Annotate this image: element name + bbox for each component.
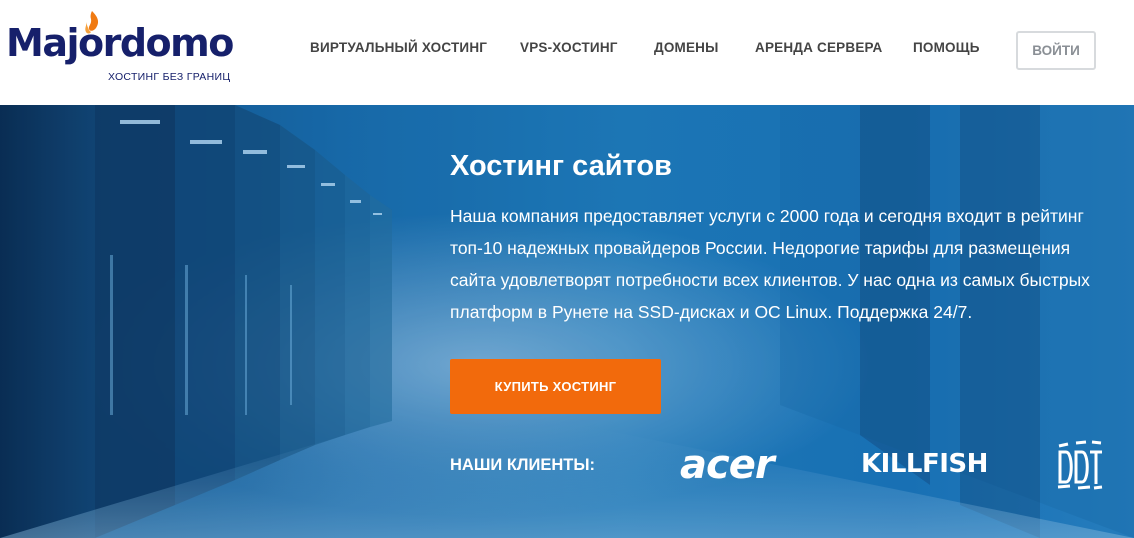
nav-vps-hosting[interactable]: VPS-ХОСТИНГ — [520, 40, 618, 55]
buy-hosting-button[interactable]: КУПИТЬ ХОСТИНГ — [450, 359, 661, 414]
nav-server-rental[interactable]: АРЕНДА СЕРВЕРА — [755, 40, 883, 55]
client-logo-ddt — [1057, 440, 1103, 490]
client-logo-acer: acer — [680, 442, 775, 488]
clients-label: НАШИ КЛИЕНТЫ: — [450, 456, 596, 474]
logo-wordmark: Majordomo — [6, 21, 234, 65]
hero-section: Хостинг сайтов Наша компания предоставля… — [0, 105, 1134, 538]
login-button[interactable]: ВОЙТИ — [1016, 31, 1096, 70]
nav-help[interactable]: ПОМОЩЬ — [913, 40, 980, 55]
hero-title: Хостинг сайтов — [450, 150, 672, 182]
client-logo-killfish: KILLFISH — [861, 449, 988, 479]
nav-domains[interactable]: ДОМЕНЫ — [654, 40, 719, 55]
hero-description: Наша компания предоставляет услуги с 200… — [450, 206, 1090, 322]
site-header: Majordomo ХОСТИНГ БЕЗ ГРАНИЦ ВИРТУАЛЬНЫЙ… — [0, 0, 1134, 105]
logo-tagline: ХОСТИНГ БЕЗ ГРАНИЦ — [108, 71, 231, 83]
logo[interactable]: Majordomo ХОСТИНГ БЕЗ ГРАНИЦ — [6, 10, 236, 90]
nav-virtual-hosting[interactable]: ВИРТУАЛЬНЫЙ ХОСТИНГ — [310, 40, 487, 55]
